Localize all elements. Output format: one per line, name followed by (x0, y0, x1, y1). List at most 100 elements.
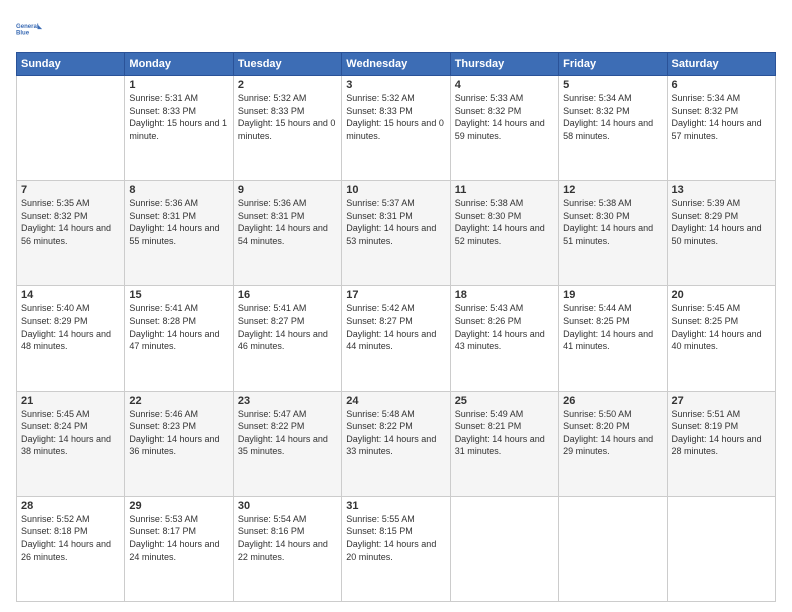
calendar-cell: 10Sunrise: 5:37 AMSunset: 8:31 PMDayligh… (342, 181, 450, 286)
day-number: 31 (346, 500, 445, 512)
day-info: Sunrise: 5:55 AMSunset: 8:15 PMDaylight:… (346, 513, 445, 563)
weekday-header-tuesday: Tuesday (233, 53, 341, 76)
calendar-cell: 3Sunrise: 5:32 AMSunset: 8:33 PMDaylight… (342, 76, 450, 181)
day-number: 3 (346, 79, 445, 91)
day-info: Sunrise: 5:41 AMSunset: 8:28 PMDaylight:… (129, 302, 228, 352)
day-info: Sunrise: 5:46 AMSunset: 8:23 PMDaylight:… (129, 408, 228, 458)
calendar-cell: 7Sunrise: 5:35 AMSunset: 8:32 PMDaylight… (17, 181, 125, 286)
weekday-header-friday: Friday (559, 53, 667, 76)
calendar-cell: 16Sunrise: 5:41 AMSunset: 8:27 PMDayligh… (233, 286, 341, 391)
day-number: 18 (455, 289, 554, 301)
calendar-cell: 25Sunrise: 5:49 AMSunset: 8:21 PMDayligh… (450, 391, 558, 496)
day-info: Sunrise: 5:43 AMSunset: 8:26 PMDaylight:… (455, 302, 554, 352)
calendar-cell: 8Sunrise: 5:36 AMSunset: 8:31 PMDaylight… (125, 181, 233, 286)
calendar-cell: 22Sunrise: 5:46 AMSunset: 8:23 PMDayligh… (125, 391, 233, 496)
day-info: Sunrise: 5:31 AMSunset: 8:33 PMDaylight:… (129, 92, 228, 142)
day-number: 17 (346, 289, 445, 301)
day-info: Sunrise: 5:54 AMSunset: 8:16 PMDaylight:… (238, 513, 337, 563)
calendar-cell: 19Sunrise: 5:44 AMSunset: 8:25 PMDayligh… (559, 286, 667, 391)
calendar-cell: 29Sunrise: 5:53 AMSunset: 8:17 PMDayligh… (125, 496, 233, 601)
calendar-cell: 9Sunrise: 5:36 AMSunset: 8:31 PMDaylight… (233, 181, 341, 286)
week-row-3: 14Sunrise: 5:40 AMSunset: 8:29 PMDayligh… (17, 286, 776, 391)
calendar-cell: 21Sunrise: 5:45 AMSunset: 8:24 PMDayligh… (17, 391, 125, 496)
calendar-cell: 23Sunrise: 5:47 AMSunset: 8:22 PMDayligh… (233, 391, 341, 496)
calendar-cell: 26Sunrise: 5:50 AMSunset: 8:20 PMDayligh… (559, 391, 667, 496)
page: GeneralBlue SundayMondayTuesdayWednesday… (0, 0, 792, 612)
calendar-cell: 12Sunrise: 5:38 AMSunset: 8:30 PMDayligh… (559, 181, 667, 286)
day-info: Sunrise: 5:51 AMSunset: 8:19 PMDaylight:… (672, 408, 771, 458)
day-info: Sunrise: 5:47 AMSunset: 8:22 PMDaylight:… (238, 408, 337, 458)
day-number: 9 (238, 184, 337, 196)
calendar-cell: 17Sunrise: 5:42 AMSunset: 8:27 PMDayligh… (342, 286, 450, 391)
week-row-4: 21Sunrise: 5:45 AMSunset: 8:24 PMDayligh… (17, 391, 776, 496)
day-number: 12 (563, 184, 662, 196)
day-number: 26 (563, 395, 662, 407)
weekday-header-monday: Monday (125, 53, 233, 76)
day-info: Sunrise: 5:48 AMSunset: 8:22 PMDaylight:… (346, 408, 445, 458)
day-number: 25 (455, 395, 554, 407)
header: GeneralBlue (16, 16, 776, 44)
calendar-cell: 4Sunrise: 5:33 AMSunset: 8:32 PMDaylight… (450, 76, 558, 181)
weekday-header-sunday: Sunday (17, 53, 125, 76)
week-row-5: 28Sunrise: 5:52 AMSunset: 8:18 PMDayligh… (17, 496, 776, 601)
day-number: 5 (563, 79, 662, 91)
day-number: 20 (672, 289, 771, 301)
calendar-cell: 5Sunrise: 5:34 AMSunset: 8:32 PMDaylight… (559, 76, 667, 181)
day-number: 29 (129, 500, 228, 512)
calendar-cell: 18Sunrise: 5:43 AMSunset: 8:26 PMDayligh… (450, 286, 558, 391)
svg-text:General: General (16, 24, 39, 30)
calendar-cell: 24Sunrise: 5:48 AMSunset: 8:22 PMDayligh… (342, 391, 450, 496)
calendar-cell: 20Sunrise: 5:45 AMSunset: 8:25 PMDayligh… (667, 286, 775, 391)
day-info: Sunrise: 5:32 AMSunset: 8:33 PMDaylight:… (346, 92, 445, 142)
day-info: Sunrise: 5:53 AMSunset: 8:17 PMDaylight:… (129, 513, 228, 563)
weekday-header-wednesday: Wednesday (342, 53, 450, 76)
day-info: Sunrise: 5:38 AMSunset: 8:30 PMDaylight:… (563, 197, 662, 247)
day-info: Sunrise: 5:36 AMSunset: 8:31 PMDaylight:… (238, 197, 337, 247)
day-number: 28 (21, 500, 120, 512)
day-number: 27 (672, 395, 771, 407)
day-number: 7 (21, 184, 120, 196)
calendar-cell: 14Sunrise: 5:40 AMSunset: 8:29 PMDayligh… (17, 286, 125, 391)
calendar-cell: 13Sunrise: 5:39 AMSunset: 8:29 PMDayligh… (667, 181, 775, 286)
day-number: 19 (563, 289, 662, 301)
day-info: Sunrise: 5:37 AMSunset: 8:31 PMDaylight:… (346, 197, 445, 247)
day-info: Sunrise: 5:33 AMSunset: 8:32 PMDaylight:… (455, 92, 554, 142)
calendar-table: SundayMondayTuesdayWednesdayThursdayFrid… (16, 52, 776, 602)
day-info: Sunrise: 5:42 AMSunset: 8:27 PMDaylight:… (346, 302, 445, 352)
day-info: Sunrise: 5:50 AMSunset: 8:20 PMDaylight:… (563, 408, 662, 458)
day-number: 24 (346, 395, 445, 407)
day-info: Sunrise: 5:49 AMSunset: 8:21 PMDaylight:… (455, 408, 554, 458)
day-info: Sunrise: 5:44 AMSunset: 8:25 PMDaylight:… (563, 302, 662, 352)
logo: GeneralBlue (16, 16, 48, 44)
weekday-header-row: SundayMondayTuesdayWednesdayThursdayFrid… (17, 53, 776, 76)
weekday-header-thursday: Thursday (450, 53, 558, 76)
week-row-2: 7Sunrise: 5:35 AMSunset: 8:32 PMDaylight… (17, 181, 776, 286)
day-info: Sunrise: 5:52 AMSunset: 8:18 PMDaylight:… (21, 513, 120, 563)
day-number: 22 (129, 395, 228, 407)
day-number: 1 (129, 79, 228, 91)
week-row-1: 1Sunrise: 5:31 AMSunset: 8:33 PMDaylight… (17, 76, 776, 181)
calendar-cell: 27Sunrise: 5:51 AMSunset: 8:19 PMDayligh… (667, 391, 775, 496)
calendar-cell: 30Sunrise: 5:54 AMSunset: 8:16 PMDayligh… (233, 496, 341, 601)
calendar-cell (667, 496, 775, 601)
calendar-cell: 11Sunrise: 5:38 AMSunset: 8:30 PMDayligh… (450, 181, 558, 286)
day-number: 15 (129, 289, 228, 301)
day-number: 13 (672, 184, 771, 196)
calendar-cell: 28Sunrise: 5:52 AMSunset: 8:18 PMDayligh… (17, 496, 125, 601)
day-info: Sunrise: 5:40 AMSunset: 8:29 PMDaylight:… (21, 302, 120, 352)
day-info: Sunrise: 5:36 AMSunset: 8:31 PMDaylight:… (129, 197, 228, 247)
svg-text:Blue: Blue (16, 31, 30, 37)
calendar-cell (17, 76, 125, 181)
day-info: Sunrise: 5:35 AMSunset: 8:32 PMDaylight:… (21, 197, 120, 247)
calendar-cell: 15Sunrise: 5:41 AMSunset: 8:28 PMDayligh… (125, 286, 233, 391)
day-number: 2 (238, 79, 337, 91)
calendar-cell (450, 496, 558, 601)
weekday-header-saturday: Saturday (667, 53, 775, 76)
day-number: 30 (238, 500, 337, 512)
calendar-cell: 31Sunrise: 5:55 AMSunset: 8:15 PMDayligh… (342, 496, 450, 601)
calendar-cell: 2Sunrise: 5:32 AMSunset: 8:33 PMDaylight… (233, 76, 341, 181)
day-number: 21 (21, 395, 120, 407)
day-number: 14 (21, 289, 120, 301)
day-number: 23 (238, 395, 337, 407)
calendar-cell: 1Sunrise: 5:31 AMSunset: 8:33 PMDaylight… (125, 76, 233, 181)
